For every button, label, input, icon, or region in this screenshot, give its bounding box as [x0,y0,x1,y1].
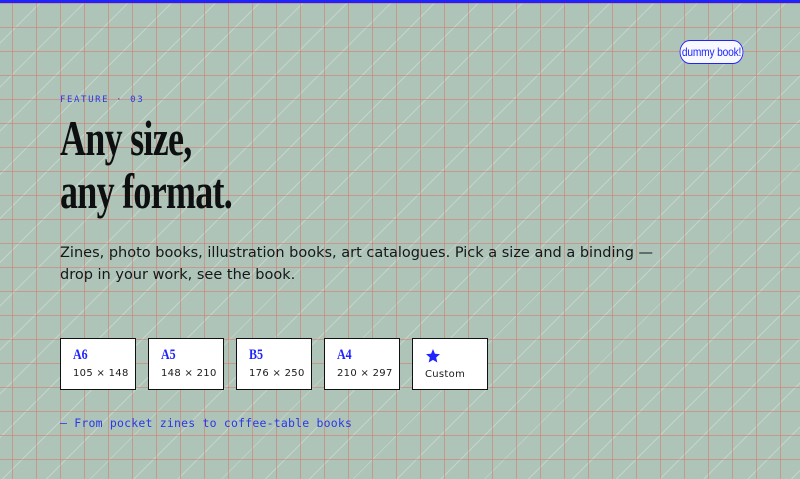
star-icon [426,349,440,363]
top-accent-bar [0,0,800,3]
size-code: B5 [249,347,264,363]
page-title: Any size, any format. [60,110,233,219]
size-option-a5[interactable]: A5 148 × 210 [148,338,224,390]
feature-eyebrow: FEATURE · 03 [60,95,145,105]
subtitle: Zines, photo books, illustration books, … [60,245,654,283]
size-dimensions: 105 × 148 [73,368,129,379]
size-option-custom[interactable]: Custom [412,338,488,390]
size-dimensions: 148 × 210 [161,368,217,379]
size-option-b5[interactable]: B5 176 × 250 [236,338,312,390]
size-code: A6 [73,347,88,363]
size-option-a6[interactable]: A6 105 × 148 [60,338,136,390]
size-dimensions: 176 × 250 [249,368,305,379]
size-dimensions: Custom [425,369,466,380]
size-code: A5 [161,347,176,363]
headline-line-1: Any size, [60,110,192,166]
size-options: A6 105 × 148 A5 148 × 210 B5 176 × 250 A… [60,338,488,390]
size-dimensions: 210 × 297 [337,368,393,379]
headline-line-2: any format. [60,163,233,219]
size-code: A4 [337,347,352,363]
size-option-a4[interactable]: A4 210 × 297 [324,338,400,390]
footnote-link[interactable]: — From pocket zines to coffee-table book… [60,416,352,430]
dummy-book-badge[interactable]: dummy book! [679,40,744,64]
